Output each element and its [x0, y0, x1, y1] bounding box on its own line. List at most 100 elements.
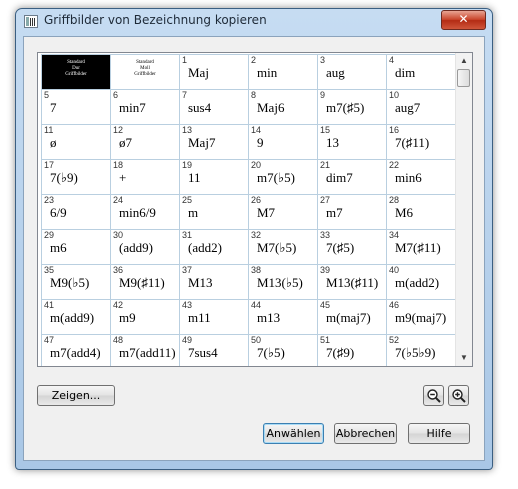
chord-number: 24 [113, 195, 124, 205]
chord-cell[interactable]: 29 m6 [41, 229, 111, 265]
chord-number: 37 [182, 265, 193, 275]
chord-number: 5 [44, 90, 50, 100]
chord-cell[interactable]: 8 Maj6 [248, 89, 318, 125]
chord-cell[interactable]: 25 m [179, 194, 249, 230]
help-button[interactable]: Hilfe [408, 423, 470, 444]
chord-symbol: M7(♭5) [257, 240, 297, 255]
cancel-button[interactable]: Abbrechen [334, 423, 397, 444]
zoom-in-button[interactable] [448, 385, 469, 406]
chord-number: 51 [320, 335, 331, 345]
grid-row: Standard Dur Griffbilder Standard Moll Griffb… [41, 54, 456, 90]
standard-chart-cell[interactable]: Standard Moll Griffbilder [110, 54, 180, 90]
chord-number: 7 [182, 90, 188, 100]
chord-cell[interactable]: 32 M7(♭5) [248, 229, 318, 265]
chord-cell[interactable]: 30 (add9) [110, 229, 180, 265]
chord-cell[interactable]: 37 M13 [179, 264, 249, 300]
chord-symbol: M7(♯11) [395, 240, 441, 255]
chord-cell[interactable]: 49 7sus4 [179, 334, 249, 366]
chord-number: 17 [44, 160, 55, 170]
chord-cell[interactable]: 28 M6 [386, 194, 456, 230]
chord-number: 19 [182, 160, 193, 170]
chord-cell[interactable]: 31 (add2) [179, 229, 249, 265]
chord-number: 50 [251, 335, 262, 345]
chord-cell[interactable]: 39 M13(♯11) [317, 264, 387, 300]
chord-number: 27 [320, 195, 331, 205]
chord-symbol: M9(♯11) [119, 275, 165, 290]
chord-number: 22 [389, 160, 400, 170]
chord-cell[interactable]: 4 dim [386, 54, 456, 90]
chord-cell[interactable]: 11 ø [41, 124, 111, 160]
chord-cell[interactable]: 15 13 [317, 124, 387, 160]
chord-cell[interactable]: 12 ø7 [110, 124, 180, 160]
chord-cell[interactable]: 50 7(♭5) [248, 334, 318, 366]
zoom-out-button[interactable] [423, 385, 444, 406]
standard-chart-label: Standard Dur Griffbilder [42, 60, 110, 78]
chord-symbol: 6/9 [50, 205, 67, 220]
apply-button[interactable]: Anwählen [263, 423, 324, 444]
chord-cell[interactable]: 7 sus4 [179, 89, 249, 125]
chord-cell[interactable]: 18 + [110, 159, 180, 195]
standard-chart-cell[interactable]: Standard Dur Griffbilder [41, 54, 111, 90]
chord-cell[interactable]: 27 m7 [317, 194, 387, 230]
chord-cell[interactable]: 14 9 [248, 124, 318, 160]
chord-cell[interactable]: 51 7(♯9) [317, 334, 387, 366]
chord-cell[interactable]: 24 min6/9 [110, 194, 180, 230]
chord-cell[interactable]: 6 min7 [110, 89, 180, 125]
scroll-thumb[interactable] [457, 69, 470, 87]
chord-number: 31 [182, 230, 193, 240]
chord-cell[interactable]: 34 M7(♯11) [386, 229, 456, 265]
chord-number: 40 [389, 265, 400, 275]
chord-cell[interactable]: 22 min6 [386, 159, 456, 195]
chord-cell[interactable]: 23 6/9 [41, 194, 111, 230]
scroll-down-arrow-icon[interactable]: ▼ [456, 350, 472, 366]
chord-cell[interactable]: 40 m(add2) [386, 264, 456, 300]
chord-number: 23 [44, 195, 55, 205]
chord-number: 39 [320, 265, 331, 275]
chord-cell[interactable]: 52 7(♭5♭9) [386, 334, 456, 366]
chord-cell[interactable]: 36 M9(♯11) [110, 264, 180, 300]
close-button[interactable]: ✕ [441, 10, 486, 30]
chord-symbol: m9 [119, 310, 136, 325]
zoom-in-icon [451, 389, 466, 403]
scroll-up-arrow-icon[interactable]: ▲ [456, 53, 472, 69]
show-button[interactable]: Zeigen... [37, 385, 115, 406]
chord-cell[interactable]: 26 M7 [248, 194, 318, 230]
chord-cell[interactable]: 38 M13(♭5) [248, 264, 318, 300]
chord-number: 15 [320, 125, 331, 135]
chord-cell[interactable]: 13 Maj7 [179, 124, 249, 160]
chord-cell[interactable]: 1 Maj [179, 54, 249, 90]
title-bar[interactable]: Griffbilder von Bezeichnung kopieren ✕ [16, 9, 492, 35]
chord-number: 4 [389, 55, 395, 65]
vertical-scrollbar[interactable]: ▲ ▼ [455, 53, 472, 366]
chord-cell[interactable]: 19 11 [179, 159, 249, 195]
chord-cell[interactable]: 10 aug7 [386, 89, 456, 125]
chord-cell[interactable]: 3 aug [317, 54, 387, 90]
chord-grid: Standard Dur Griffbilder Standard Moll Griffb… [41, 54, 456, 366]
chord-cell[interactable]: 17 7(♭9) [41, 159, 111, 195]
chord-symbol: aug7 [395, 100, 421, 115]
chord-cell[interactable]: 2 min [248, 54, 318, 90]
chord-cell[interactable]: 20 m7(♭5) [248, 159, 318, 195]
chord-cell[interactable]: 33 7(♯5) [317, 229, 387, 265]
chord-symbol: m(add2) [395, 275, 440, 290]
chord-cell[interactable]: 44 m13 [248, 299, 318, 335]
chord-number: 9 [320, 90, 326, 100]
chord-symbol: min6 [395, 170, 422, 185]
chord-cell[interactable]: 57 [41, 89, 111, 125]
chord-symbol: 11 [188, 170, 201, 185]
chord-number: 48 [113, 335, 124, 345]
chord-cell[interactable]: 35 M9(♭5) [41, 264, 111, 300]
chord-cell[interactable]: 46 m9(maj7) [386, 299, 456, 335]
chord-cell[interactable]: 47 m7(add4) [41, 334, 111, 366]
chord-cell[interactable]: 45 m(maj7) [317, 299, 387, 335]
chord-grid-frame: Standard Dur Griffbilder Standard Moll Griffb… [37, 52, 473, 367]
chord-cell[interactable]: 21 dim7 [317, 159, 387, 195]
chord-cell[interactable]: 42 m9 [110, 299, 180, 335]
chord-cell[interactable]: 43 m11 [179, 299, 249, 335]
chord-symbol: m(maj7) [326, 310, 371, 325]
chord-cell[interactable]: 48 m7(add11) [110, 334, 180, 366]
chord-number: 32 [251, 230, 262, 240]
chord-cell[interactable]: 16 7(♯11) [386, 124, 456, 160]
chord-cell[interactable]: 41 m(add9) [41, 299, 111, 335]
chord-cell[interactable]: 9 m7(♯5) [317, 89, 387, 125]
